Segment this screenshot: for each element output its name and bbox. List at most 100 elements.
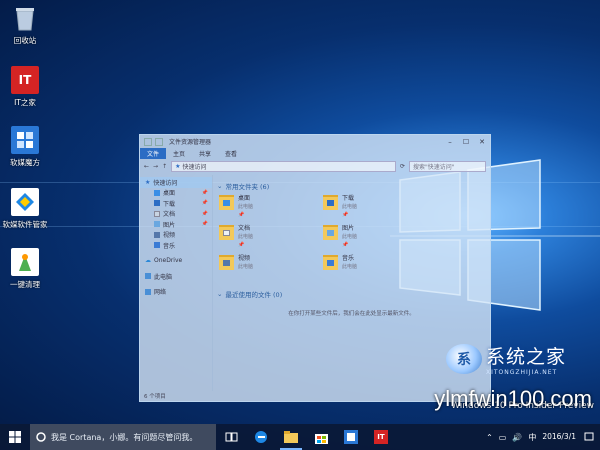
ruanmei-mofang-taskbar-button[interactable] (336, 424, 366, 450)
pictures-folder-icon (323, 225, 338, 240)
desktop-icon-software-manager[interactable]: 软媒软件管家 (2, 188, 48, 230)
clock[interactable]: 2016/3/1 (542, 432, 576, 442)
this-pc-icon (145, 273, 151, 280)
section-header-label: 常用文件夹 (6) (225, 183, 270, 191)
nav-item-onedrive[interactable]: ☁ OneDrive (140, 256, 212, 267)
clock-date: 2016/3/1 (542, 432, 576, 441)
ithome-taskbar-button[interactable]: IT (366, 424, 396, 450)
folder-item-desktop[interactable]: 桌面 此电脑 📌 (219, 195, 253, 219)
ime-indicator[interactable]: 中 (528, 432, 536, 443)
onedrive-icon: ☁ (145, 257, 151, 265)
folder-location: 此电脑 (342, 204, 358, 210)
nav-item-downloads[interactable]: 下载 📌 (140, 198, 212, 209)
address-text: 快速访问 (182, 163, 207, 171)
pin-icon: 📌 (201, 210, 208, 217)
up-arrow-icon[interactable]: ↑ (162, 163, 167, 170)
xitongzhijia-logo-icon: 系 (446, 344, 482, 374)
file-explorer-window[interactable]: 文件资源管理器 – ☐ ✕ 文件 主页 共享 查看 ← → ↑ ★ 快速访问 ⟳… (139, 134, 491, 402)
refresh-icon[interactable]: ⟳ (400, 163, 405, 170)
nav-item-quick-access[interactable]: ★ 快速访问 (140, 177, 212, 188)
videos-folder-icon (219, 255, 234, 270)
desktop-icon-ithome[interactable]: IT IT之家 (2, 66, 48, 108)
network-tray-icon[interactable]: ▭ (499, 433, 507, 442)
nav-item-documents[interactable]: 文档 📌 (140, 209, 212, 220)
desktop-icon-label: 软媒魔方 (10, 158, 40, 167)
folder-item-videos[interactable]: 视频 此电脑 (219, 255, 253, 271)
window-titlebar[interactable]: 文件资源管理器 – ☐ ✕ (140, 135, 490, 148)
chevron-down-icon: ⌄ (217, 290, 223, 298)
file-explorer-icon (284, 431, 298, 443)
folder-item-pictures[interactable]: 图片 此电脑 📌 (323, 225, 357, 249)
action-center-button[interactable] (582, 424, 596, 450)
edge-taskbar-button[interactable] (246, 424, 276, 450)
folder-name: 桌面 (238, 195, 251, 202)
tab-home[interactable]: 主页 (166, 149, 192, 158)
xitongzhijia-watermark: 系 系统之家 XITONGZHIJIA.NET (446, 342, 566, 376)
folder-location: 此电脑 (342, 234, 358, 240)
nav-item-label: 快速访问 (153, 179, 178, 187)
folder-name: 视频 (238, 255, 251, 262)
store-taskbar-button[interactable] (306, 424, 336, 450)
forward-arrow-icon[interactable]: → (153, 163, 158, 170)
desktop-icon-one-click-clean[interactable]: 一键清理 (2, 248, 48, 290)
properties-icon[interactable] (144, 137, 152, 146)
edge-icon (255, 431, 267, 443)
video-icon (154, 231, 160, 238)
nav-item-label: OneDrive (154, 257, 183, 265)
window-title: 文件资源管理器 (169, 139, 212, 146)
nav-item-videos[interactable]: 视频 (140, 230, 212, 241)
search-input[interactable]: 搜索"快速访问" (409, 160, 486, 172)
ithome-taskbar-icon: IT (374, 430, 388, 444)
minimize-button[interactable]: – (442, 138, 458, 146)
ribbon-tabs: 文件 主页 共享 查看 (140, 148, 490, 159)
folder-item-documents[interactable]: 文档 此电脑 📌 (219, 225, 253, 249)
download-folder-icon (323, 195, 338, 210)
section-header-label: 最近使用的文件 (0) (225, 291, 283, 299)
volume-icon[interactable]: 🔊 (512, 433, 522, 442)
nav-item-music[interactable]: 音乐 (140, 240, 212, 251)
store-icon (314, 433, 328, 444)
desktop-icon-label: IT之家 (14, 98, 36, 107)
desktop-icon-label: 回收站 (13, 36, 37, 45)
ruanmei-software-manager-icon (11, 188, 39, 216)
quick-access-toolbar[interactable] (144, 137, 163, 146)
start-button[interactable] (0, 424, 30, 450)
nav-item-label: 此电脑 (154, 273, 173, 281)
file-explorer-taskbar-button[interactable] (276, 424, 306, 450)
chevron-up-icon[interactable]: ⌃ (486, 433, 493, 442)
folder-name: 文档 (238, 225, 251, 232)
windows-start-icon (9, 431, 21, 443)
folder-location: 此电脑 (342, 264, 358, 270)
close-button[interactable]: ✕ (474, 138, 490, 146)
new-folder-icon[interactable] (155, 137, 163, 146)
nav-item-label: 图片 (163, 221, 176, 229)
desktop-icon-label: 一键清理 (10, 280, 40, 289)
desktop-icon (154, 189, 160, 196)
task-view-button[interactable] (216, 424, 246, 450)
frequent-folders-header[interactable]: ⌄ 常用文件夹 (6) (217, 181, 269, 191)
navigation-pane: ★ 快速访问 桌面 📌 下载 📌 文档 📌 图片 📌 视频 音乐 ☁ OneDr… (140, 175, 213, 391)
tab-file[interactable]: 文件 (140, 148, 167, 159)
cortana-search-box[interactable]: 我是 Cortana，小娜。有问题尽管问我。 (30, 424, 216, 450)
maximize-button[interactable]: ☐ (458, 138, 474, 146)
one-click-clean-icon (11, 248, 39, 276)
desktop-icon-recycle-bin[interactable]: 回收站 (2, 4, 48, 46)
address-bar[interactable]: ★ 快速访问 (171, 160, 396, 172)
folder-item-downloads[interactable]: 下载 此电脑 📌 (323, 195, 357, 219)
notification-icon (584, 432, 594, 441)
watermark-brand-cn: 系统之家 (486, 346, 567, 368)
desktop-icon-ruanmei-mofang[interactable]: 软媒魔方 (2, 126, 48, 168)
folder-item-music[interactable]: 音乐 此电脑 (323, 255, 357, 271)
back-arrow-icon[interactable]: ← (144, 163, 149, 170)
system-tray: ⌃ ▭ 🔊 中 2016/3/1 (486, 424, 600, 450)
nav-item-label: 下载 (163, 200, 176, 208)
folder-name: 音乐 (342, 255, 355, 262)
tab-view[interactable]: 查看 (218, 149, 244, 158)
nav-item-network[interactable]: 网络 (140, 287, 212, 298)
nav-item-desktop[interactable]: 桌面 📌 (140, 188, 212, 199)
nav-item-pictures[interactable]: 图片 📌 (140, 219, 212, 230)
recent-files-header[interactable]: ⌄ 最近使用的文件 (0) (217, 289, 282, 299)
tab-share[interactable]: 共享 (192, 149, 218, 158)
nav-item-this-pc[interactable]: 此电脑 (140, 271, 212, 282)
nav-item-label: 桌面 (163, 190, 176, 198)
